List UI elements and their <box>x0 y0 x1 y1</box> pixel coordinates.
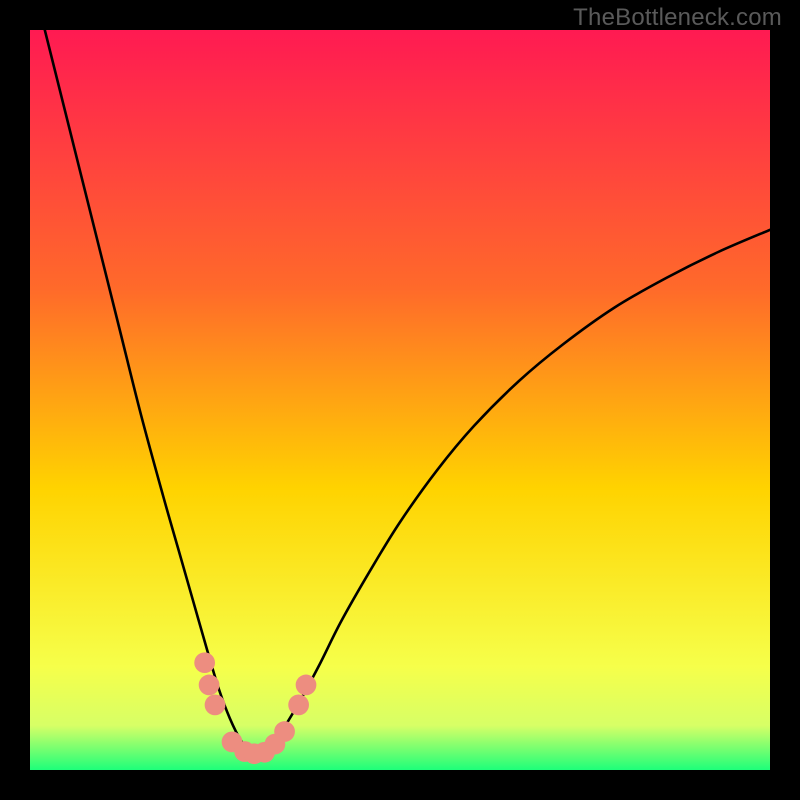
trough-marker <box>274 721 295 742</box>
trough-marker <box>199 675 220 696</box>
trough-marker <box>296 675 317 696</box>
trough-marker <box>205 695 226 716</box>
watermark-text: TheBottleneck.com <box>573 4 782 32</box>
gradient-background <box>30 30 770 770</box>
trough-marker <box>288 695 309 716</box>
chart-svg <box>30 30 770 770</box>
chart-frame: TheBottleneck.com <box>0 0 800 800</box>
trough-marker <box>194 652 215 673</box>
plot-area <box>30 30 770 770</box>
